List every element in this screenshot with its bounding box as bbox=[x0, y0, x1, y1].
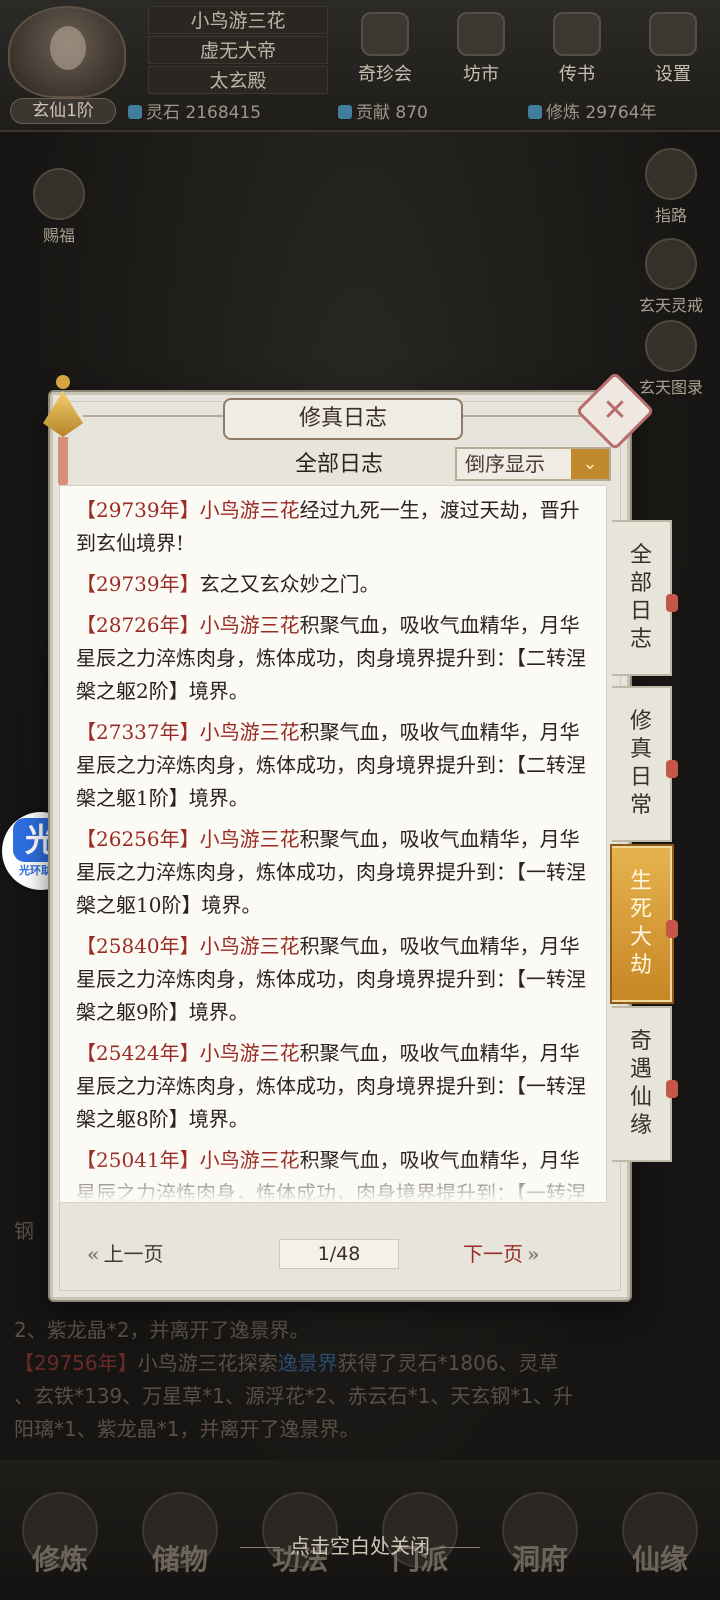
gear-icon bbox=[649, 12, 697, 56]
log-category-title: 全部日志 bbox=[294, 452, 383, 477]
treasure-icon bbox=[361, 12, 409, 56]
double-chevron-left-icon: « bbox=[87, 1242, 100, 1266]
log-entry: 【27337年】小鸟游三花积聚气血，吸收气血精华，月华星辰之力淬炼肉身，炼体成功… bbox=[76, 716, 596, 815]
contribution-icon bbox=[338, 105, 352, 119]
guide-label: 指路 bbox=[654, 206, 687, 225]
contribution-stat: 贡献 870 bbox=[338, 100, 428, 126]
log-entry-text: 玄之又玄众妙之门。 bbox=[199, 572, 380, 596]
blessing-label: 赐福 bbox=[42, 226, 75, 245]
page-indicator: 1/48 bbox=[279, 1239, 399, 1269]
settings-button[interactable]: 设置 bbox=[636, 12, 710, 86]
log-entry: 【25840年】小鸟游三花积聚气血，吸收气血精华，月华星辰之力淬炼肉身，炼体成功… bbox=[76, 930, 596, 1029]
log-entry: 【29739年】小鸟游三花经过九死一生，渡过天劫，晋升到玄仙境界! bbox=[76, 494, 596, 560]
guide-icon bbox=[645, 148, 697, 200]
letter-button[interactable]: 传书 bbox=[540, 12, 614, 86]
log-entry-actor: 小鸟游三花 bbox=[199, 498, 300, 522]
log-list-panel[interactable]: 【29739年】小鸟游三花经过九死一生，渡过天劫，晋升到玄仙境界! 【29739年… bbox=[59, 485, 607, 1203]
guide-button[interactable]: 指路 bbox=[626, 148, 716, 226]
log-entry-actor: 小鸟游三花 bbox=[199, 1041, 300, 1065]
log-entry-actor: 小鸟游三花 bbox=[199, 720, 300, 744]
tab-all-logs[interactable]: 全部日志 bbox=[612, 520, 678, 676]
prev-page-button[interactable]: «上一页 bbox=[83, 1237, 164, 1271]
bg-log-line: 阳璃*1、紫龙晶*1，并离开了逸景界。 bbox=[14, 1417, 360, 1441]
bg-log-line: 【29756年】小鸟游三花探索逸景界获得了灵石*1806、灵草 bbox=[14, 1351, 559, 1375]
scroll-icon bbox=[645, 320, 697, 372]
dialog-subbar: 全部日志 倒序显示 ⌄ bbox=[229, 447, 619, 483]
spirit-stone-icon bbox=[128, 105, 142, 119]
player-sect: 太玄殿 bbox=[148, 66, 328, 94]
cultivation-log-dialog: 修真日志 ✕ 全部日志 倒序显示 ⌄ 【29739年】小鸟游三花经过九死一生，渡… bbox=[43, 371, 655, 1300]
rank-badge: 玄仙1阶 bbox=[10, 98, 116, 124]
ring-icon bbox=[645, 238, 697, 290]
tab-encounters[interactable]: 奇遇仙缘 bbox=[612, 1006, 678, 1162]
log-entry-actor: 小鸟游三花 bbox=[199, 613, 300, 637]
tab-daily[interactable]: 修真日常 bbox=[612, 686, 678, 842]
log-entry: 【28726年】小鸟游三花积聚气血，吸收气血精华，月华星辰之力淬炼肉身，炼体成功… bbox=[76, 609, 596, 708]
settings-label: 设置 bbox=[655, 64, 691, 85]
log-entry: 【25424年】小鸟游三花积聚气血，吸收气血精华，月华星辰之力淬炼肉身，炼体成功… bbox=[76, 1037, 596, 1136]
log-entry: 【26256年】小鸟游三花积聚气血，吸收气血精华，月华星辰之力淬炼肉身，炼体成功… bbox=[76, 823, 596, 922]
double-chevron-right-icon: » bbox=[527, 1242, 540, 1266]
cultivation-icon bbox=[528, 105, 542, 119]
lantern-icon bbox=[35, 375, 91, 487]
tab-label: 修真日常 bbox=[629, 709, 652, 818]
log-entry-year: 【25840年】 bbox=[76, 934, 200, 958]
log-entry: 【29739年】玄之又玄众妙之门。 bbox=[76, 568, 596, 601]
pager: «上一页 1/48 下一页» bbox=[83, 1237, 603, 1275]
chevron-down-icon: ⌄ bbox=[571, 449, 609, 479]
bg-log-line: 2、紫龙晶*2，并离开了逸景界。 bbox=[14, 1318, 310, 1342]
sort-order-button[interactable]: 倒序显示 ⌄ bbox=[455, 447, 611, 481]
log-entry-year: 【26256年】 bbox=[76, 827, 200, 851]
tab-label: 全部日志 bbox=[629, 543, 652, 652]
sort-label: 倒序显示 bbox=[465, 452, 545, 476]
name-panel: 小鸟游三花 虚无大帝 太玄殿 bbox=[148, 6, 328, 96]
spirit-stone-stat: 灵石 2168415 bbox=[128, 100, 261, 126]
stat-row: 灵石 2168415 贡献 870 修炼 29764年 bbox=[128, 100, 718, 128]
ring-label: 玄天灵戒 bbox=[638, 296, 703, 315]
player-title: 虚无大帝 bbox=[148, 36, 328, 64]
close-icon: ✕ bbox=[602, 393, 628, 428]
blessing-icon bbox=[33, 168, 85, 220]
dialog-title: 修真日志 bbox=[223, 398, 463, 440]
top-bar: 玄仙1阶 小鸟游三花 虚无大帝 太玄殿 奇珍会 坊市 传书 设置 灵石 2168… bbox=[0, 0, 720, 132]
log-entry-actor: 小鸟游三花 bbox=[199, 827, 300, 851]
treasure-button[interactable]: 奇珍会 bbox=[348, 12, 422, 86]
avatar[interactable] bbox=[8, 6, 126, 98]
player-name: 小鸟游三花 bbox=[148, 6, 328, 34]
log-entry-year: 【29739年】 bbox=[76, 498, 200, 522]
log-entry-year: 【29739年】 bbox=[76, 572, 200, 596]
bg-log-line: 、玄铁*139、万星草*1、源浮花*2、赤云石*1、天玄钢*1、升 bbox=[14, 1384, 574, 1408]
cultivation-stat: 修炼 29764年 bbox=[528, 100, 656, 126]
log-entry-year: 【25424年】 bbox=[76, 1041, 200, 1065]
log-entry-year: 【27337年】 bbox=[76, 720, 200, 744]
tab-tribulation[interactable]: 生死大劫 bbox=[612, 846, 678, 1002]
letter-label: 传书 bbox=[559, 64, 595, 85]
log-list: 【29739年】小鸟游三花经过九死一生，渡过天劫，晋升到玄仙境界! 【29739年… bbox=[76, 494, 596, 1202]
log-entry-actor: 小鸟游三花 bbox=[199, 934, 300, 958]
close-hint[interactable]: 点击空白处关闭 bbox=[0, 1530, 720, 1559]
blessing-button[interactable]: 赐福 bbox=[14, 168, 104, 246]
log-entry-year: 【28726年】 bbox=[76, 613, 200, 637]
market-label: 坊市 bbox=[463, 64, 499, 85]
title-ornament bbox=[83, 415, 223, 417]
tab-label: 奇遇仙缘 bbox=[629, 1029, 652, 1138]
letter-icon bbox=[553, 12, 601, 56]
market-icon bbox=[457, 12, 505, 56]
market-button[interactable]: 坊市 bbox=[444, 12, 518, 86]
treasure-label: 奇珍会 bbox=[358, 64, 412, 85]
next-page-button[interactable]: 下一页» bbox=[463, 1237, 544, 1271]
tab-label: 生死大劫 bbox=[629, 869, 652, 978]
ring-button[interactable]: 玄天灵戒 bbox=[626, 238, 716, 316]
